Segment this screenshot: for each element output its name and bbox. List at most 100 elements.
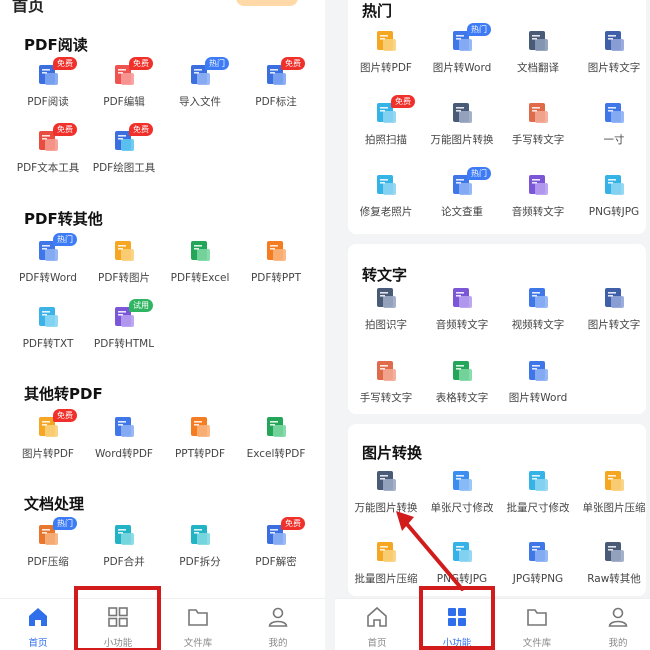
tool-item[interactable]: 免费 PDF文本工具 <box>10 123 86 192</box>
id-photo-icon <box>603 102 625 124</box>
tool-item[interactable]: Word转PDF <box>86 416 162 478</box>
excel-icon <box>265 416 287 438</box>
tool-item[interactable]: 热门 导入文件 <box>162 57 238 126</box>
tool-item[interactable]: 万能图片转换 <box>348 470 424 532</box>
tool-item[interactable]: 热门 PDF转Word <box>10 233 86 302</box>
tool-item[interactable]: 一寸 <box>576 102 650 164</box>
tool-label: Word转PDF <box>95 448 153 460</box>
badge: 免费 <box>53 123 77 136</box>
badge: 免费 <box>53 57 77 70</box>
photo-restore-icon <box>375 174 397 196</box>
tool-item[interactable]: 试用 PDF转HTML <box>86 299 162 368</box>
tool-item[interactable]: 批量图片压缩 <box>348 541 424 603</box>
tool-item[interactable]: Excel转PDF <box>238 416 314 478</box>
image-to-text-icon <box>603 287 625 309</box>
nav-profile[interactable]: 我的 <box>578 599 650 650</box>
tool-item[interactable]: PDF转PPT <box>238 240 314 302</box>
card-title: 图片转换 <box>362 444 423 462</box>
tool-label: PNG转JPG <box>588 206 640 218</box>
txt-icon <box>37 306 59 328</box>
tool-item[interactable]: 图片转PDF <box>348 30 424 92</box>
badge: 热门 <box>53 233 77 246</box>
resize-icon <box>451 470 473 492</box>
card-title: 转文字 <box>362 266 408 284</box>
badge: 免费 <box>53 409 77 422</box>
badge: 免费 <box>129 123 153 136</box>
tool-item[interactable]: 文档翻译 <box>500 30 576 92</box>
tool-item[interactable]: 手写转文字 <box>348 360 424 422</box>
ocr-icon <box>375 287 397 309</box>
tool-item[interactable]: PDF合并 <box>86 524 162 586</box>
header-pill[interactable] <box>236 0 298 6</box>
tool-label: 单张图片压缩 <box>582 502 646 514</box>
nav-label: 我的 <box>608 638 628 649</box>
tool-item[interactable]: 视频转文字 <box>500 287 576 349</box>
user-icon <box>267 606 289 628</box>
tool-label: 图片转文字 <box>587 62 641 74</box>
tool-label: PDF压缩 <box>27 556 69 568</box>
tool-item[interactable]: PDF转TXT <box>10 306 86 368</box>
tool-label: Excel转PDF <box>246 448 306 460</box>
tool-item[interactable]: 图片转Word <box>500 360 576 422</box>
tool-label: PDF解密 <box>255 556 297 568</box>
tool-item[interactable]: 音频转文字 <box>500 174 576 236</box>
tool-item[interactable]: PDF转Excel <box>162 240 238 302</box>
translate-icon <box>527 30 549 52</box>
tool-label: 导入文件 <box>179 96 221 108</box>
nav-label: 我的 <box>268 638 288 649</box>
tool-item[interactable]: 免费图片转PDF <box>10 409 86 478</box>
nav-label: 文件库 <box>183 638 213 649</box>
tool-item[interactable]: 批量尺寸修改 <box>500 470 576 532</box>
tool-item[interactable]: 免费 PDF标注 <box>238 57 314 126</box>
tool-label: 手写转文字 <box>359 392 413 404</box>
tool-item[interactable]: 音频转文字 <box>424 287 500 349</box>
tool-item[interactable]: 免费 PDF阅读 <box>10 57 86 126</box>
tool-item[interactable]: 热门 图片转Word <box>424 23 500 92</box>
tool-item[interactable]: JPG转PNG <box>500 541 576 603</box>
video-to-text-icon <box>527 287 549 309</box>
tool-card: 图片转换 万能图片转换 单张尺寸修改 批量尺寸修改 单张图片压缩 批量图片压缩 PNG转JP… <box>348 424 646 596</box>
tool-item[interactable]: PPT转PDF <box>162 416 238 478</box>
tool-item[interactable]: PDF转图片 <box>86 240 162 302</box>
tool-item[interactable]: 表格转文字 <box>424 360 500 422</box>
tool-item[interactable]: 热门 PDF压缩 <box>10 517 86 586</box>
tool-item[interactable]: PNG转JPG <box>576 174 650 236</box>
section-title: PDF转其他 <box>24 210 103 228</box>
tool-item[interactable]: 免费 PDF绘图工具 <box>86 123 162 192</box>
image-convert-icon <box>451 102 473 124</box>
tool-item[interactable]: 图片转文字 <box>576 30 650 92</box>
nav-home[interactable]: 首页 <box>337 599 417 650</box>
tool-label: PDF转HTML <box>93 338 155 350</box>
handwriting-icon <box>375 360 397 382</box>
badge: 免费 <box>281 517 305 530</box>
tool-item[interactable]: 免费 PDF解密 <box>238 517 314 586</box>
tool-item[interactable]: Raw转其他 <box>576 541 650 603</box>
tool-label: PDF绘图工具 <box>92 162 156 174</box>
tool-item[interactable]: 热门 论文查重 <box>424 167 500 236</box>
user-icon <box>607 606 629 628</box>
tool-item[interactable]: 单张尺寸修改 <box>424 470 500 532</box>
image-to-text-icon <box>603 30 625 52</box>
nav-profile[interactable]: 我的 <box>238 599 318 650</box>
tool-label: 万能图片转换 <box>430 134 494 146</box>
tool-item[interactable]: 图片转文字 <box>576 287 650 349</box>
tool-item[interactable]: 免费 拍照扫描 <box>348 95 424 164</box>
nav-label: 首页 <box>28 638 48 649</box>
tool-label: 单张尺寸修改 <box>430 502 494 514</box>
tool-label: 图片转PDF <box>360 62 412 74</box>
tool-item[interactable]: 万能图片转换 <box>424 102 500 164</box>
tool-label: JPG转PNG <box>512 573 564 585</box>
tool-item[interactable]: PDF拆分 <box>162 524 238 586</box>
nav-label: 首页 <box>367 638 387 649</box>
tool-item[interactable]: 手写转文字 <box>500 102 576 164</box>
nav-files[interactable]: 文件库 <box>158 599 238 650</box>
tool-item[interactable]: 单张图片压缩 <box>576 470 650 532</box>
nav-files[interactable]: 文件库 <box>497 599 577 650</box>
tool-label: 图片转PDF <box>22 448 74 460</box>
tool-label: 图片转Word <box>432 62 492 74</box>
tool-item[interactable]: 拍图识字 <box>348 287 424 349</box>
nav-home[interactable]: 首页 <box>0 599 78 650</box>
tool-item[interactable]: 修复老照片 <box>348 174 424 236</box>
tool-item[interactable]: 免费 PDF编辑 <box>86 57 162 126</box>
tool-card: 热门 图片转PDF 热门 图片转Word 文档翻译 图片转文字 免费 拍照扫描 万能图片转换 手写… <box>348 0 646 234</box>
